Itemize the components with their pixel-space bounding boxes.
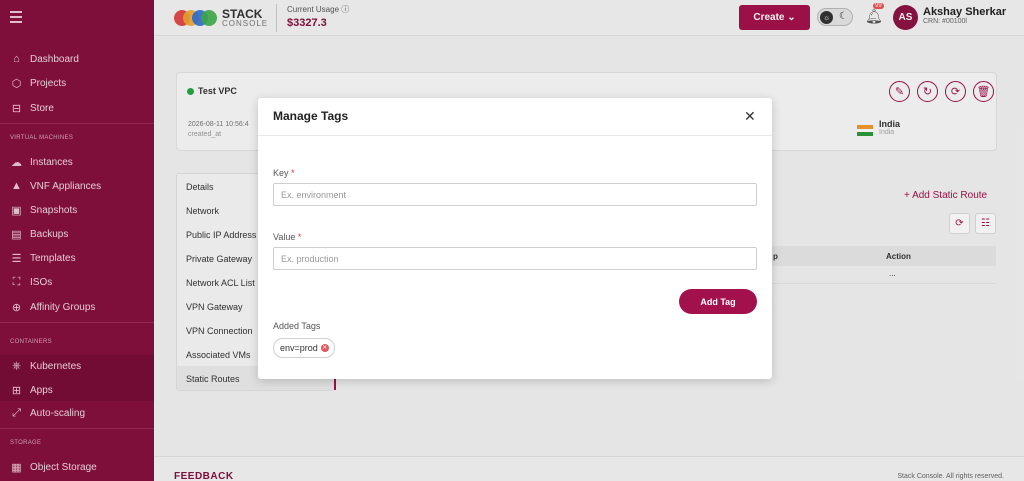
manage-tags-modal: Manage Tags ✕ Key * Value * Add Tag Adde…	[258, 98, 772, 379]
divider	[258, 135, 772, 136]
added-tags-label: Added Tags	[273, 321, 321, 331]
required-mark: *	[297, 232, 302, 242]
add-tag-button[interactable]: Add Tag	[679, 289, 757, 314]
tag-chip: env=prod ✕	[273, 338, 335, 358]
key-label: Key *	[273, 168, 295, 178]
modal-title: Manage Tags	[273, 109, 349, 123]
key-input[interactable]	[273, 183, 757, 206]
value-input[interactable]	[273, 247, 757, 270]
required-mark: *	[291, 168, 295, 178]
close-icon[interactable]: ✕	[744, 108, 756, 125]
tag-chip-label: env=prod	[280, 343, 318, 353]
value-label: Value *	[273, 232, 302, 242]
remove-tag-icon[interactable]: ✕	[320, 344, 329, 352]
